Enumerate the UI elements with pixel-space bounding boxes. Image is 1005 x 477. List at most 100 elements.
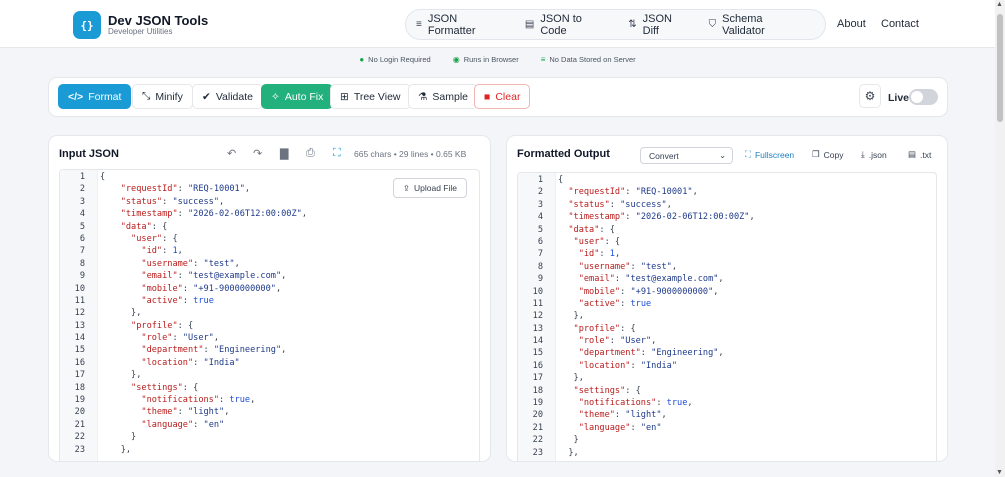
code-line[interactable]: 19 "notifications": true,	[518, 397, 936, 409]
logo-icon[interactable]: {}	[73, 11, 101, 39]
line-number: 8	[79, 258, 85, 269]
undo-icon[interactable]: ↶	[227, 147, 236, 160]
fullscreen-button[interactable]: ⛶ Fullscreen	[745, 149, 794, 160]
line-number: 14	[532, 336, 543, 347]
line-text: },	[100, 444, 132, 455]
code-line[interactable]: 13 "profile": {	[518, 323, 936, 335]
line-number: 10	[532, 286, 543, 297]
code-line[interactable]: 11 "active": true	[60, 295, 479, 307]
code-line[interactable]: 16 "location": "India"	[518, 360, 936, 372]
code-line[interactable]: 14 "role": "User",	[60, 332, 479, 344]
copy-button[interactable]: ❐ Copy	[812, 149, 843, 160]
code-line[interactable]: 20 "theme": "light",	[518, 409, 936, 421]
line-text: "requestId": "REQ-10001",	[568, 187, 698, 198]
validate-button[interactable]: ✔ Validate	[192, 84, 263, 109]
code-line[interactable]: 12 },	[60, 307, 479, 319]
code-line[interactable]: 14 "role": "User",	[518, 335, 936, 347]
line-text: "status": "success",	[568, 199, 672, 210]
select-value: Convert	[649, 150, 679, 161]
nav-schema-validator[interactable]: ⛉ Schema Validator	[709, 13, 807, 37]
line-number: 3	[537, 199, 543, 210]
code-line[interactable]: 17 },	[518, 372, 936, 384]
code-line[interactable]: 17 },	[60, 369, 479, 381]
input-code[interactable]: 1 {2 "requestId": "REQ-10001", 3 "status":…	[60, 171, 479, 456]
minify-label: Minify	[155, 90, 183, 103]
code-line[interactable]: 19 "notifications": true,	[60, 394, 479, 406]
output-editor[interactable]: 1{2 "requestId": "REQ-10001", 3 "status":…	[517, 172, 937, 461]
line-number: 2	[537, 187, 543, 198]
print-icon[interactable]: ⎙	[306, 147, 315, 160]
scrollbar-thumb[interactable]	[997, 14, 1003, 122]
code-line[interactable]: 23 },	[60, 444, 479, 456]
tree-view-button[interactable]: ⊞ Tree View	[330, 84, 411, 109]
code-line[interactable]: 7 "id": 1,	[518, 248, 936, 260]
nav-contact[interactable]: Contact	[881, 18, 919, 30]
output-code[interactable]: 1{2 "requestId": "REQ-10001", 3 "status":…	[518, 174, 936, 459]
code-line[interactable]: 8 "username": "test",	[60, 258, 479, 270]
redo-icon[interactable]: ↷	[253, 147, 262, 160]
code-line[interactable]: 5 "data": {	[60, 221, 479, 233]
code-line[interactable]: 15 "department": "Engineering",	[60, 344, 479, 356]
sample-button[interactable]: ⚗ Sample	[408, 84, 479, 109]
code-line[interactable]: 4 "timestamp": "2026-02-06T12:00:00Z",	[60, 208, 479, 220]
file-icon[interactable]: ▇	[280, 147, 288, 160]
line-number: 13	[532, 323, 543, 334]
settings-gear-icon[interactable]: ⚙	[859, 84, 881, 108]
line-number: 11	[74, 295, 85, 306]
live-toggle[interactable]	[909, 89, 938, 105]
scroll-up-icon[interactable]: ▲	[996, 1, 1003, 8]
convert-select[interactable]: Convert ⌄	[640, 147, 733, 164]
code-line[interactable]: 20 "theme": "light",	[60, 406, 479, 418]
code-line[interactable]: 11 "active": true	[518, 298, 936, 310]
code-line[interactable]: 10 "mobile": "+91-9000000000",	[60, 283, 479, 295]
line-number: 15	[74, 345, 85, 356]
code-line[interactable]: 16 "location": "India"	[60, 357, 479, 369]
nav-json-diff[interactable]: ⇅ JSON Diff	[628, 13, 690, 37]
code-line[interactable]: 21 "language": "en"	[60, 419, 479, 431]
input-editor[interactable]: 1 {2 "requestId": "REQ-10001", 3 "status":…	[59, 169, 480, 461]
trash-icon: ■	[484, 90, 491, 103]
code-line[interactable]: 18 "settings": {	[518, 385, 936, 397]
code-line[interactable]: 8 "username": "test",	[518, 261, 936, 273]
code-line[interactable]: 13 "profile": {	[60, 320, 479, 332]
code-line[interactable]: 22 }	[60, 431, 479, 443]
code-line[interactable]: 3 "status": "success",	[518, 199, 936, 211]
code-line[interactable]: 7 "id": 1,	[60, 245, 479, 257]
nav-json-formatter[interactable]: ≡ JSON Formatter	[416, 13, 507, 37]
line-text: "id": 1,	[578, 249, 621, 260]
badge-browser: ◉ Runs in Browser	[453, 55, 519, 64]
code-line[interactable]: 9 "email": "test@example.com",	[518, 273, 936, 285]
auto-fix-button[interactable]: ✧ Auto Fix	[261, 84, 334, 109]
code-icon: </>	[68, 90, 84, 103]
code-line[interactable]: 22 }	[518, 434, 936, 446]
line-text: "status": "success",	[120, 196, 225, 207]
code-line[interactable]: 9 "email": "test@example.com",	[60, 270, 479, 282]
download-json-button[interactable]: ⤓ .json	[861, 149, 887, 160]
code-line[interactable]: 6 "user": {	[518, 236, 936, 248]
download-txt-label: .txt	[920, 149, 932, 160]
format-button[interactable]: </> Format	[58, 84, 132, 109]
code-line[interactable]: 18 "settings": {	[60, 382, 479, 394]
line-number: 6	[537, 236, 543, 247]
upload-file-button[interactable]: ⇪ Upload File	[392, 178, 467, 198]
nav-json-to-code[interactable]: ▤ JSON to Code	[525, 13, 610, 37]
code-line[interactable]: 21 "language": "en"	[518, 422, 936, 434]
scroll-down-icon[interactable]: ▼	[996, 469, 1003, 476]
code-line[interactable]: 15 "department": "Engineering",	[518, 347, 936, 359]
clear-button[interactable]: ■ Clear	[474, 84, 531, 109]
code-line[interactable]: 5 "data": {	[518, 224, 936, 236]
code-line[interactable]: 1{	[518, 174, 936, 186]
nav-about[interactable]: About	[837, 18, 866, 30]
code-line[interactable]: 10 "mobile": "+91-9000000000",	[518, 286, 936, 298]
upload-icon: ⇪	[402, 182, 410, 193]
code-line[interactable]: 23 },	[518, 447, 936, 459]
code-line[interactable]: 6 "user": {	[60, 233, 479, 245]
code-line[interactable]: 12 },	[518, 310, 936, 322]
brand-title[interactable]: Dev JSON Tools	[108, 13, 208, 28]
download-txt-button[interactable]: ▤ .txt	[908, 149, 931, 160]
expand-icon[interactable]: ⛶	[333, 147, 341, 160]
code-line[interactable]: 2 "requestId": "REQ-10001",	[518, 186, 936, 198]
page-scrollbar[interactable]: ▲ ▼	[995, 0, 1005, 477]
code-line[interactable]: 4 "timestamp": "2026-02-06T12:00:00Z",	[518, 211, 936, 223]
minify-button[interactable]: ⤡ Minify	[132, 84, 193, 109]
